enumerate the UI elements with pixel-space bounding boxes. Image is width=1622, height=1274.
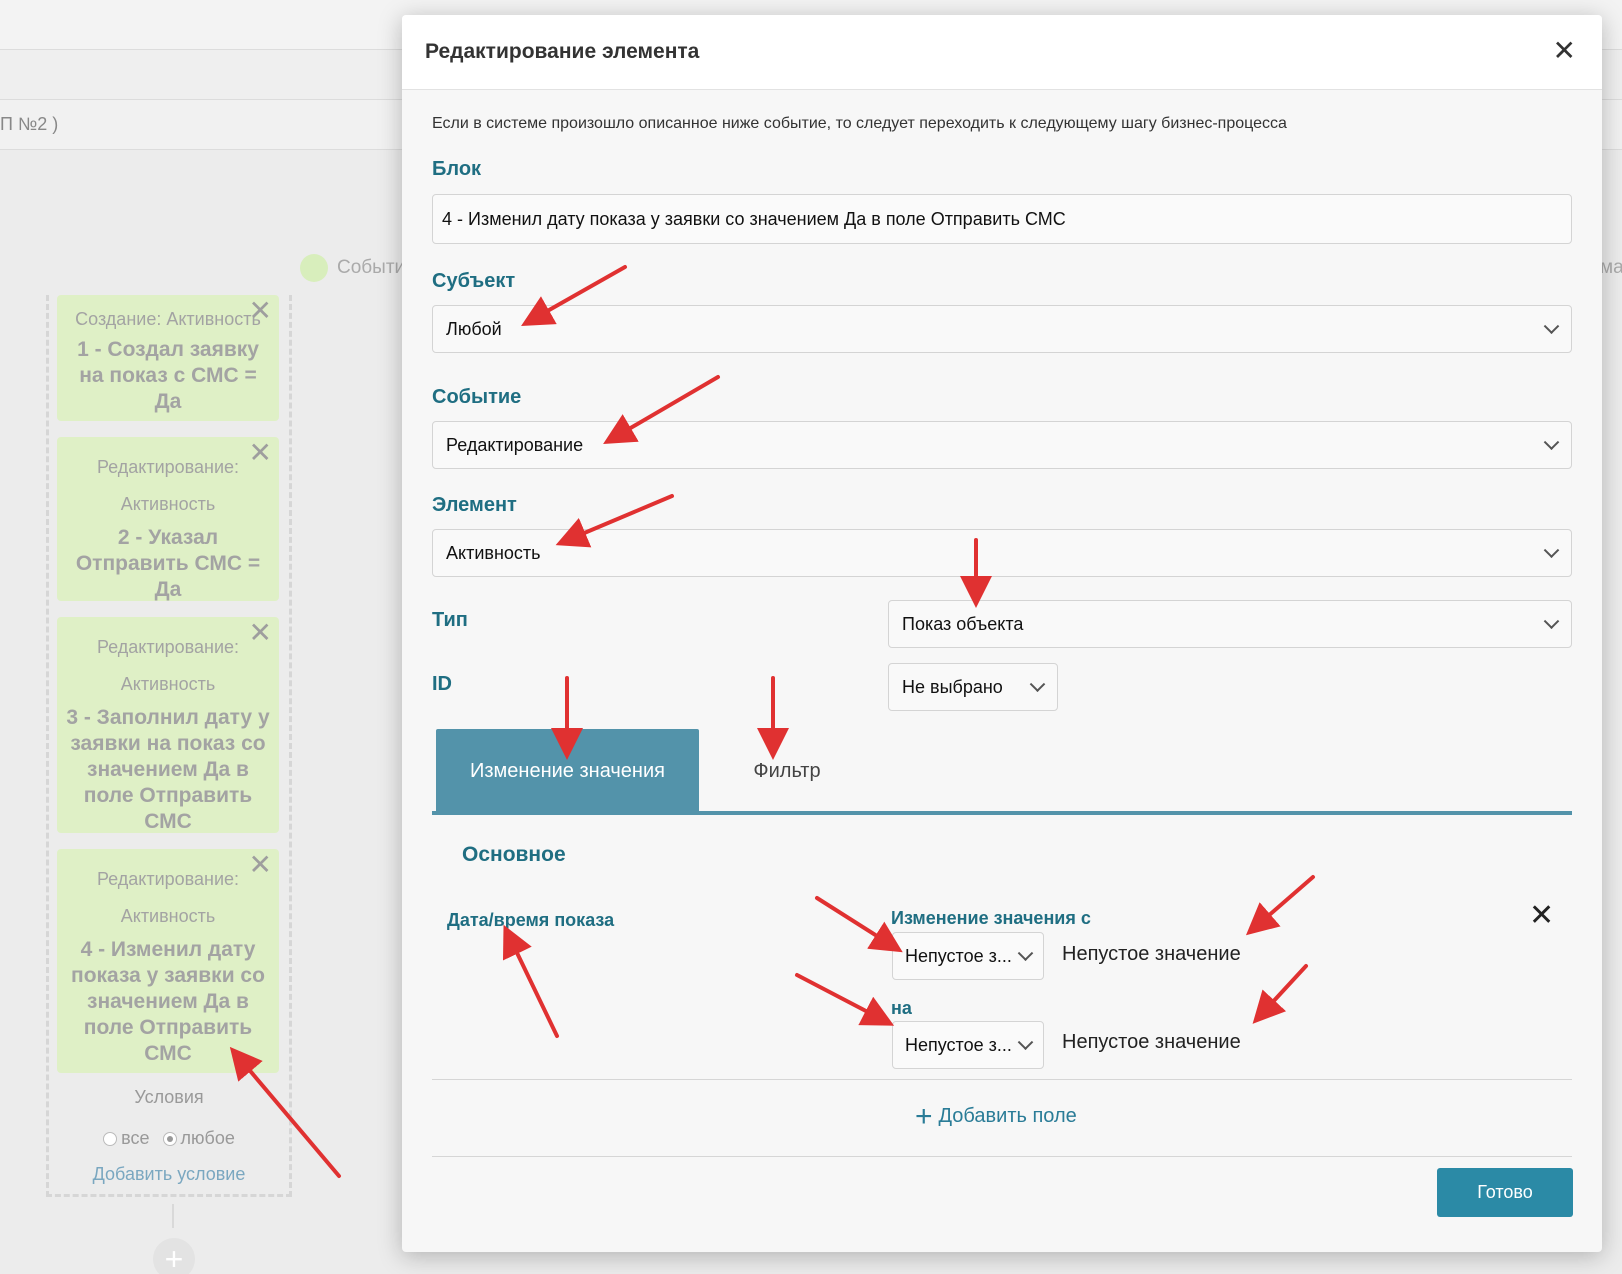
close-icon[interactable]: ✕ bbox=[249, 619, 272, 647]
card-type: Создание: Активность bbox=[75, 309, 261, 329]
tab-filter[interactable]: Фильтр bbox=[712, 729, 862, 813]
type-select[interactable]: Показ объекта bbox=[888, 600, 1572, 648]
process-card[interactable]: ✕ Редактирование: Активность 3 - Заполни… bbox=[57, 617, 279, 833]
divider bbox=[432, 1156, 1572, 1157]
type-select-value: Показ объекта bbox=[902, 613, 1024, 634]
block-label: Блок bbox=[432, 158, 482, 180]
card-type: Редактирование: Активность bbox=[96, 457, 240, 514]
remove-field-icon[interactable]: ✕ bbox=[1529, 901, 1554, 931]
close-icon[interactable]: ✕ bbox=[249, 439, 272, 467]
element-select[interactable]: Активность bbox=[432, 529, 1572, 577]
card-type: Редактирование: Активность bbox=[96, 869, 240, 926]
change-from-label: Изменение значения с bbox=[891, 908, 1091, 928]
chevron-down-icon bbox=[1543, 542, 1560, 559]
id-label: ID bbox=[432, 673, 452, 695]
radio-any-label: любое bbox=[180, 1128, 235, 1148]
to-label: на bbox=[891, 998, 912, 1018]
card-title: 2 - Указал Отправить СМС = Да bbox=[75, 526, 261, 601]
subject-select[interactable]: Любой bbox=[432, 305, 1572, 353]
section-title: Основное bbox=[462, 843, 566, 866]
to-value-select[interactable]: Непустое з... bbox=[892, 1021, 1044, 1069]
from-value-select-text: Непустое з... bbox=[905, 945, 1012, 966]
add-field-button[interactable]: + Добавить поле bbox=[915, 1099, 1077, 1133]
card-type: Редактирование: Активность bbox=[96, 637, 240, 694]
close-icon[interactable]: ✕ bbox=[249, 297, 272, 325]
conditions-label: Условия bbox=[134, 1087, 204, 1107]
modal-description: Если в системе произошло описанное ниже … bbox=[432, 115, 1287, 132]
radio-all-label: все bbox=[121, 1128, 150, 1148]
close-icon[interactable]: ✕ bbox=[249, 851, 272, 879]
block-input[interactable]: 4 - Изменил дату показа у заявки со знач… bbox=[432, 194, 1572, 244]
process-card[interactable]: ✕ Создание: Активность 1 - Создал заявку… bbox=[57, 295, 279, 421]
background-event-label: Событи bbox=[337, 257, 406, 278]
background-breadcrumb: П №2 ) bbox=[0, 114, 59, 134]
from-value-select[interactable]: Непустое з... bbox=[892, 932, 1044, 980]
event-dot-icon bbox=[300, 254, 328, 282]
from-value-text: Непустое значение bbox=[1062, 943, 1241, 965]
radio-all[interactable] bbox=[103, 1132, 118, 1146]
field-name: Дата/время показа bbox=[447, 910, 615, 930]
to-value-text: Непустое значение bbox=[1062, 1031, 1241, 1053]
element-label: Элемент bbox=[432, 494, 517, 516]
card-title: 4 - Изменил дату показа у заявки со знач… bbox=[71, 938, 265, 1065]
process-card[interactable]: ✕ Редактирование: Активность 2 - Указал … bbox=[57, 437, 279, 601]
divider bbox=[432, 1079, 1572, 1080]
chevron-down-icon bbox=[1543, 434, 1560, 451]
chevron-down-icon bbox=[1543, 613, 1560, 630]
type-label: Тип bbox=[432, 609, 468, 631]
radio-any[interactable] bbox=[162, 1132, 177, 1146]
add-step-button[interactable]: + bbox=[153, 1238, 195, 1274]
done-button[interactable]: Готово bbox=[1437, 1168, 1573, 1217]
add-condition-link[interactable]: Добавить условие bbox=[46, 1164, 292, 1185]
chevron-down-icon bbox=[1029, 676, 1046, 693]
background-right-label: ма bbox=[1600, 257, 1622, 278]
event-select[interactable]: Редактирование bbox=[432, 421, 1572, 469]
to-value-select-text: Непустое з... bbox=[905, 1034, 1012, 1055]
edit-element-modal: Редактирование элемента ✕ Если в системе… bbox=[402, 15, 1602, 1252]
card-title: 3 - Заполнил дату у заявки на показ со з… bbox=[66, 706, 270, 833]
subject-label: Субъект bbox=[432, 270, 516, 292]
event-select-value: Редактирование bbox=[446, 434, 584, 455]
modal-header: Редактирование элемента ✕ bbox=[402, 15, 1602, 90]
conditions-radio-group: все любое bbox=[46, 1128, 292, 1149]
process-card-selected[interactable]: ✕ Редактирование: Активность 4 - Изменил… bbox=[57, 849, 279, 1073]
connector-line bbox=[172, 1204, 174, 1228]
element-select-value: Активность bbox=[446, 542, 541, 563]
add-field-label: Добавить поле bbox=[938, 1105, 1077, 1127]
tab-underline bbox=[432, 811, 1572, 815]
modal-title: Редактирование элемента bbox=[425, 40, 700, 63]
tab-value-change[interactable]: Изменение значения bbox=[436, 729, 699, 813]
block-input-value: 4 - Изменил дату показа у заявки со знач… bbox=[442, 208, 1066, 229]
chevron-down-icon bbox=[1543, 318, 1560, 335]
chevron-down-icon bbox=[1017, 1034, 1034, 1051]
id-select[interactable]: Не выбрано bbox=[888, 663, 1058, 711]
close-icon[interactable]: ✕ bbox=[1553, 37, 1576, 65]
id-select-value: Не выбрано bbox=[902, 676, 1003, 697]
plus-icon: + bbox=[915, 1099, 933, 1133]
subject-select-value: Любой bbox=[446, 318, 502, 339]
card-title: 1 - Создал заявку на показ с СМС = Да bbox=[77, 338, 259, 413]
chevron-down-icon bbox=[1017, 945, 1034, 962]
event-label: Событие bbox=[432, 386, 522, 408]
plus-icon: + bbox=[164, 1241, 184, 1274]
